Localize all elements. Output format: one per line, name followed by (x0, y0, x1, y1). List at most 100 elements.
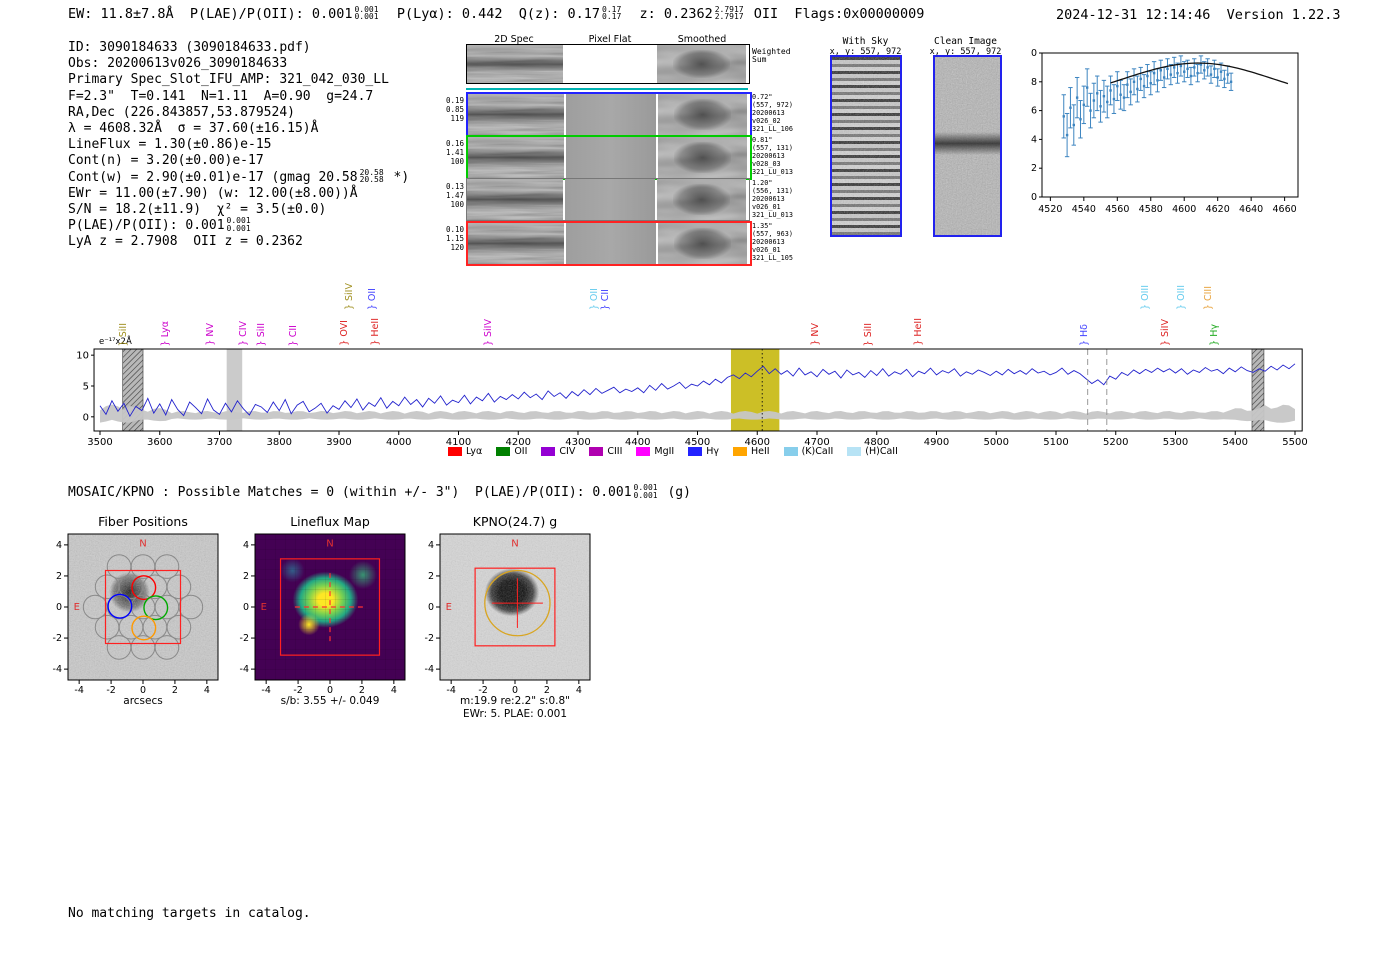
tick-label: 4 (56, 540, 62, 551)
fiber-circle (106, 635, 132, 660)
tick-label: 3500 (87, 437, 112, 448)
tick-label: 8 (1031, 77, 1037, 88)
data-point (1132, 80, 1136, 83)
spec2d-sum-row (466, 44, 750, 84)
data-point (1065, 133, 1069, 137)
tick-label: 5 (83, 381, 89, 392)
legend-swatch (589, 447, 604, 456)
legend-item: Lyα (448, 446, 482, 457)
spec2d-strip-smooth (657, 45, 746, 83)
text-segment: Obs: 20200613v026_3090184633 (68, 56, 288, 72)
fiber-circle (154, 554, 180, 579)
spec2d-strip-spec (468, 223, 564, 264)
kpno-image-panel: KPNO(24.7) g -4 -4 -2 -2 0 0 2 2 4 4 N E m:19.9 re:… (402, 512, 607, 727)
legend-swatch (847, 447, 862, 456)
dark-band (467, 190, 563, 209)
fiber-overlay: -4-4-2-2002244 NE (53, 533, 219, 696)
text-segment: EW: 11.8±7.8Å P(LAE)/P(OII): 0.001 (68, 6, 353, 22)
tick-label: -4 (425, 664, 434, 675)
zoom-line-chart: 4520 4540 4560 4580 4600 4620 4640 4660 0 2 4 6 8 10 (1030, 48, 1299, 215)
data-point (1072, 123, 1075, 127)
data-point (1213, 67, 1216, 71)
data-point (1209, 73, 1213, 76)
tick-label: 5400 (1223, 437, 1248, 448)
data-point (1169, 73, 1173, 76)
data-point (1193, 66, 1196, 69)
data-point (1142, 84, 1146, 88)
tick-label: 3800 (267, 437, 292, 448)
data-point (1223, 77, 1226, 81)
data-point (1122, 96, 1126, 99)
fiber-weight-values: 0.16 1.41 100 (445, 139, 464, 166)
tick-label: 0 (83, 412, 89, 423)
tick-label: 0 (1031, 192, 1037, 203)
data-point (1075, 96, 1079, 99)
text-segment: z: 0.2362 (623, 6, 713, 22)
tick-label: 5500 (1282, 437, 1307, 448)
fiber-circle (130, 554, 156, 579)
info-line: RA,Dec (226.843857,53.879524) (68, 105, 409, 121)
tick-label: 2 (1031, 163, 1037, 174)
data-point (1129, 90, 1132, 94)
data-point (1099, 105, 1102, 108)
tick-label: 3900 (326, 437, 351, 448)
spec2d-strip-smooth (657, 179, 746, 220)
info-line: EWr = 11.00(±7.90) (w: 12.00(±8.00))Å (68, 186, 409, 202)
lineflux-overlay: -4-4-2-2002244 NE (240, 533, 406, 696)
compass-east: E (446, 602, 452, 613)
emission-line-label: } OIII (1139, 285, 1151, 310)
emission-line-label: } CII (599, 288, 611, 310)
footer-note: No matching targets in catalog. Row inte… (68, 875, 311, 953)
fiber-meta-text: 1.35" (557, 963) 20200613 v026_01 321_LL_105 (752, 222, 793, 262)
dark-blob (674, 227, 731, 260)
noise-texture (832, 57, 900, 235)
legend-swatch (688, 447, 703, 456)
info-line: ID: 3090184633 (3090184633.pdf) (68, 40, 409, 56)
emission-line-label: } CIII (1203, 285, 1215, 310)
info-line: Cont(w) = 2.90(±0.01)e-17 (gmag 20.58 20.… (68, 168, 409, 186)
text-segment: RA,Dec (226.843857,53.879524) (68, 104, 295, 120)
legend-item: HeII (733, 446, 770, 457)
elixer-report-page: EW: 11.8±7.8Å P(LAE)/P(OII): 0.001 0.001 0… (0, 0, 1400, 953)
tick-label: 4640 (1239, 204, 1263, 215)
text-segment: S/N = 18.2(±11.9) χ² = 3.5(±0.0) (68, 202, 327, 218)
data-point (1082, 103, 1086, 107)
stacked-fraction: 0.17 0.17 (602, 4, 622, 21)
text-segment: ID: 3090184633 (3090184633.pdf) (68, 40, 311, 55)
data-point (1096, 92, 1099, 95)
dark-band (468, 105, 564, 124)
info-line: P(LAE)/P(OII): 0.001 0.001 0.001 (68, 217, 409, 234)
data-point (1102, 95, 1106, 98)
tick-label: 2 (243, 571, 249, 582)
stacked-fraction: 0.001 0.001 (633, 483, 658, 500)
clean-image (933, 55, 1002, 237)
withsky-image (830, 55, 902, 237)
legend-item: (H)CaII (847, 446, 898, 457)
tick-label: 4 (428, 540, 434, 551)
extraction-box (474, 567, 556, 647)
data-point (1196, 71, 1199, 75)
spec2d-strip-smooth (658, 137, 747, 178)
fiber-meta-text: 1.20" (556, 131) 20200613 v026_01 321_LU_013 (752, 179, 793, 219)
tick-label: -4 (240, 664, 249, 675)
spec2d-strip-flat (566, 137, 656, 178)
emission-line-label: } OIII (1175, 285, 1187, 310)
tick-label: 4900 (924, 437, 949, 448)
spec2d-strip-smooth (658, 223, 747, 264)
data-point (1126, 83, 1129, 86)
emission-line-label: } OII (366, 287, 378, 310)
tick-label: 4620 (1206, 204, 1230, 215)
dark-blob (674, 141, 731, 174)
tick-label: 10 (76, 351, 89, 362)
data-point (1159, 69, 1162, 72)
spec2d-strip-spec (468, 94, 564, 135)
spec2d-strip-spec (468, 137, 564, 178)
text-segment: EWr = 11.00(±7.90) (w: 12.00(±8.00))Å (68, 185, 358, 201)
legend-swatch (636, 447, 651, 456)
tick-label: 0 (56, 602, 62, 613)
data-point (1183, 70, 1186, 73)
tick-label: 4580 (1139, 204, 1163, 215)
fiber-meta-text: 0.72" (557, 972) 20200613 v026_02 321_LL_106 (752, 93, 793, 133)
fiber-circle (166, 614, 192, 640)
fiber-circle (106, 554, 132, 579)
